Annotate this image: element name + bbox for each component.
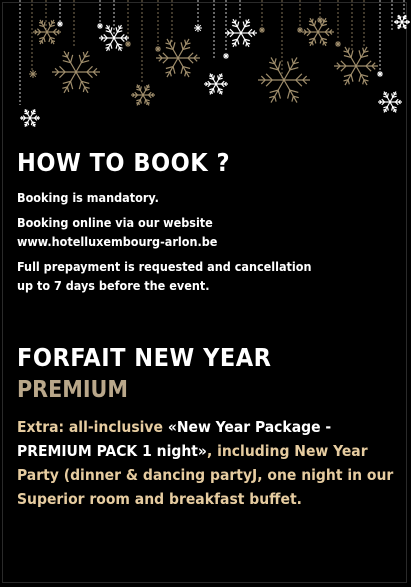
forfait-title: FORFAIT NEW YEAR — [17, 343, 272, 372]
snowflake-icon — [204, 73, 228, 95]
star-icon — [317, 17, 323, 23]
star-icon — [297, 27, 303, 33]
snowflake-icon — [334, 46, 378, 86]
snowflake-icon — [258, 57, 310, 103]
forfait-section: FORFAIT NEW YEAR PREMIUM Extra: all-incl… — [17, 341, 402, 511]
snowflake-icon — [378, 91, 402, 113]
star-icon — [377, 71, 383, 77]
snowflake-icon — [52, 50, 100, 94]
snowflake-icon — [20, 109, 40, 127]
star-icon — [194, 24, 202, 32]
star-icon — [259, 27, 265, 33]
star-icon — [155, 46, 161, 52]
snowflake-icon — [156, 38, 200, 78]
content: HOW TO BOOK ? Booking is mandatory. Book… — [17, 148, 402, 511]
star-icon — [223, 53, 229, 59]
star-icon — [97, 23, 103, 29]
how-to-book-title: HOW TO BOOK ? — [17, 148, 231, 177]
how-to-book-section: HOW TO BOOK ? Booking is mandatory. Book… — [17, 148, 402, 295]
snowflake-icon — [33, 19, 61, 45]
snowflake-icon — [302, 17, 334, 47]
prepayment-text: Full prepayment is requested and cancell… — [17, 259, 312, 274]
christmas-decoration — [19, 0, 410, 127]
premium-subtitle: PREMIUM — [17, 377, 128, 403]
forfait-description: Extra: all-inclusive «New Year Package -… — [17, 415, 402, 511]
snowflake-icon — [225, 18, 257, 48]
booking-mandatory-text: Booking is mandatory. — [17, 190, 159, 205]
star-icon — [29, 70, 37, 78]
star-icon — [57, 21, 63, 27]
website-link[interactable]: www.hotelluxembourg-arlon.be — [17, 232, 402, 251]
cancellation-text: up to 7 days before the event. — [17, 278, 210, 293]
booking-online-text: Booking online via our website — [17, 215, 213, 230]
desc-intro: Extra: all-inclusive — [17, 418, 168, 436]
snowflake-icon — [131, 84, 155, 106]
snowflake-icon — [394, 14, 410, 30]
star-icon — [125, 41, 131, 47]
star-icon — [335, 41, 341, 47]
